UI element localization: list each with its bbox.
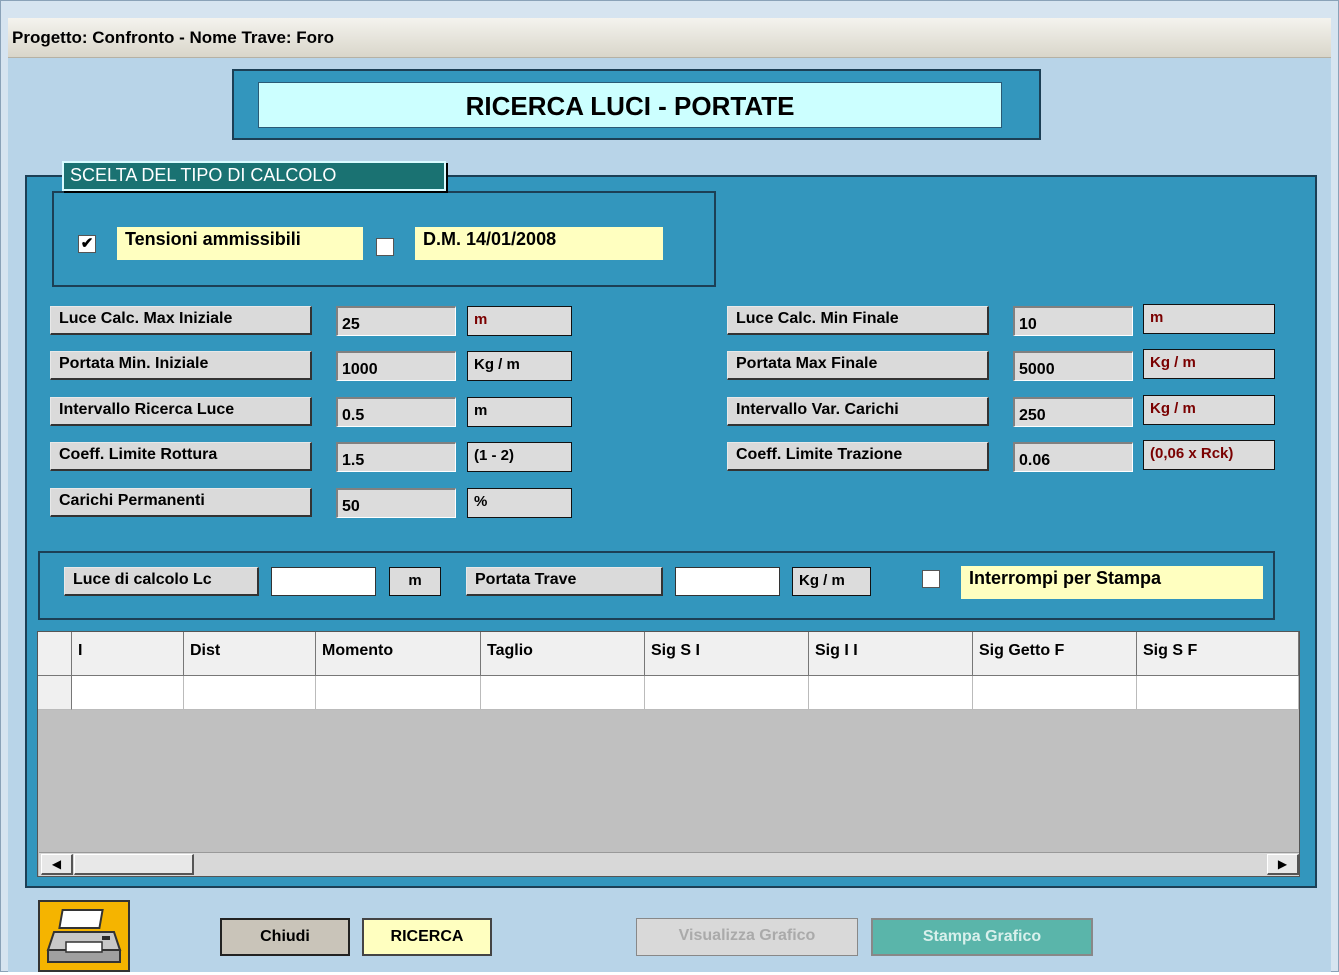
portata-min-iniziale-input[interactable]: 1000 — [336, 351, 456, 381]
table-cell[interactable] — [645, 676, 809, 710]
col-header-momento[interactable]: Momento — [316, 632, 481, 676]
coeff-limite-rottura-input[interactable]: 1.5 — [336, 442, 456, 472]
col-header-sig-getto-f[interactable]: Sig Getto F — [973, 632, 1137, 676]
intervallo-ricerca-luce-label: Intervallo Ricerca Luce — [50, 397, 312, 426]
coeff-limite-trazione-input[interactable]: 0.06 — [1013, 442, 1133, 472]
luce-calcolo-input[interactable] — [271, 567, 376, 596]
luce-calcolo-unit: m — [389, 567, 441, 596]
portata-trave-unit: Kg / m — [792, 567, 871, 596]
carichi-permanenti-unit: % — [467, 488, 572, 518]
table-cell[interactable] — [72, 676, 184, 710]
interrompi-label: Interrompi per Stampa — [961, 566, 1263, 599]
luce-max-iniziale-label: Luce Calc. Max Iniziale — [50, 306, 312, 335]
col-header-sig-s-i[interactable]: Sig S I — [645, 632, 809, 676]
table-cell[interactable] — [316, 676, 481, 710]
carichi-permanenti-input[interactable]: 50 — [336, 488, 456, 518]
portata-min-iniziale-unit: Kg / m — [467, 351, 572, 381]
scroll-left-icon[interactable]: ◀ — [41, 854, 73, 875]
portata-trave-input[interactable] — [675, 567, 780, 596]
luce-min-finale-label: Luce Calc. Min Finale — [727, 306, 989, 335]
tensioni-label: Tensioni ammissibili — [117, 227, 363, 260]
col-header-dist[interactable]: Dist — [184, 632, 316, 676]
ricerca-button[interactable]: RICERCA — [362, 918, 492, 956]
coeff-limite-rottura-label: Coeff. Limite Rottura — [50, 442, 312, 471]
intervallo-var-carichi-unit: Kg / m — [1143, 395, 1275, 425]
window-title: Progetto: Confronto - Nome Trave: Foro — [8, 18, 1331, 58]
luce-max-iniziale-input[interactable]: 25 — [336, 306, 456, 336]
table-cell[interactable] — [973, 676, 1137, 710]
tensioni-checkbox[interactable]: ✔ — [78, 235, 96, 253]
grid-corner — [38, 632, 72, 676]
coeff-limite-rottura-unit: (1 - 2) — [467, 442, 572, 472]
coeff-limite-trazione-label: Coeff. Limite Trazione — [727, 442, 989, 471]
col-header-i[interactable]: I — [72, 632, 184, 676]
print-button[interactable] — [38, 900, 130, 972]
form-title: RICERCA LUCI - PORTATE — [258, 82, 1002, 128]
table-cell[interactable] — [1137, 676, 1299, 710]
scroll-thumb[interactable] — [74, 854, 194, 875]
luce-max-iniziale-unit: m — [467, 306, 572, 336]
visualizza-grafico-button[interactable]: Visualizza Grafico — [636, 918, 858, 956]
dm2008-label: D.M. 14/01/2008 — [415, 227, 663, 260]
intervallo-ricerca-luce-unit: m — [467, 397, 572, 427]
carichi-permanenti-label: Carichi Permanenti — [50, 488, 312, 517]
intervallo-var-carichi-label: Intervallo Var. Carichi — [727, 397, 989, 426]
horizontal-scrollbar[interactable] — [39, 852, 1299, 876]
luce-min-finale-input[interactable]: 10 — [1013, 306, 1133, 336]
portata-max-finale-label: Portata Max Finale — [727, 351, 989, 380]
luce-min-finale-unit: m — [1143, 304, 1275, 334]
col-header-taglio[interactable]: Taglio — [481, 632, 645, 676]
luce-calcolo-label: Luce di calcolo Lc — [64, 567, 259, 596]
intervallo-ricerca-luce-input[interactable]: 0.5 — [336, 397, 456, 427]
row-header[interactable] — [38, 676, 72, 710]
portata-min-iniziale-label: Portata Min. Iniziale — [50, 351, 312, 380]
chiudi-button[interactable]: Chiudi — [220, 918, 350, 956]
portata-trave-label: Portata Trave — [466, 567, 663, 596]
scroll-right-icon[interactable]: ▶ — [1267, 854, 1299, 875]
coeff-limite-trazione-unit: (0,06 x Rck) — [1143, 440, 1275, 470]
calc-type-group-label: SCELTA DEL TIPO DI CALCOLO — [62, 161, 446, 191]
stampa-grafico-button[interactable]: Stampa Grafico — [871, 918, 1093, 956]
table-cell[interactable] — [184, 676, 316, 710]
table-cell[interactable] — [809, 676, 973, 710]
portata-max-finale-input[interactable]: 5000 — [1013, 351, 1133, 381]
interrompi-checkbox[interactable] — [922, 570, 940, 588]
col-header-sig-i-i[interactable]: Sig I I — [809, 632, 973, 676]
dm2008-checkbox[interactable] — [376, 238, 394, 256]
col-header-sig-s-f[interactable]: Sig S F — [1137, 632, 1299, 676]
portata-max-finale-unit: Kg / m — [1143, 349, 1275, 379]
table-cell[interactable] — [481, 676, 645, 710]
intervallo-var-carichi-input[interactable]: 250 — [1013, 397, 1133, 427]
printer-icon — [46, 909, 122, 963]
